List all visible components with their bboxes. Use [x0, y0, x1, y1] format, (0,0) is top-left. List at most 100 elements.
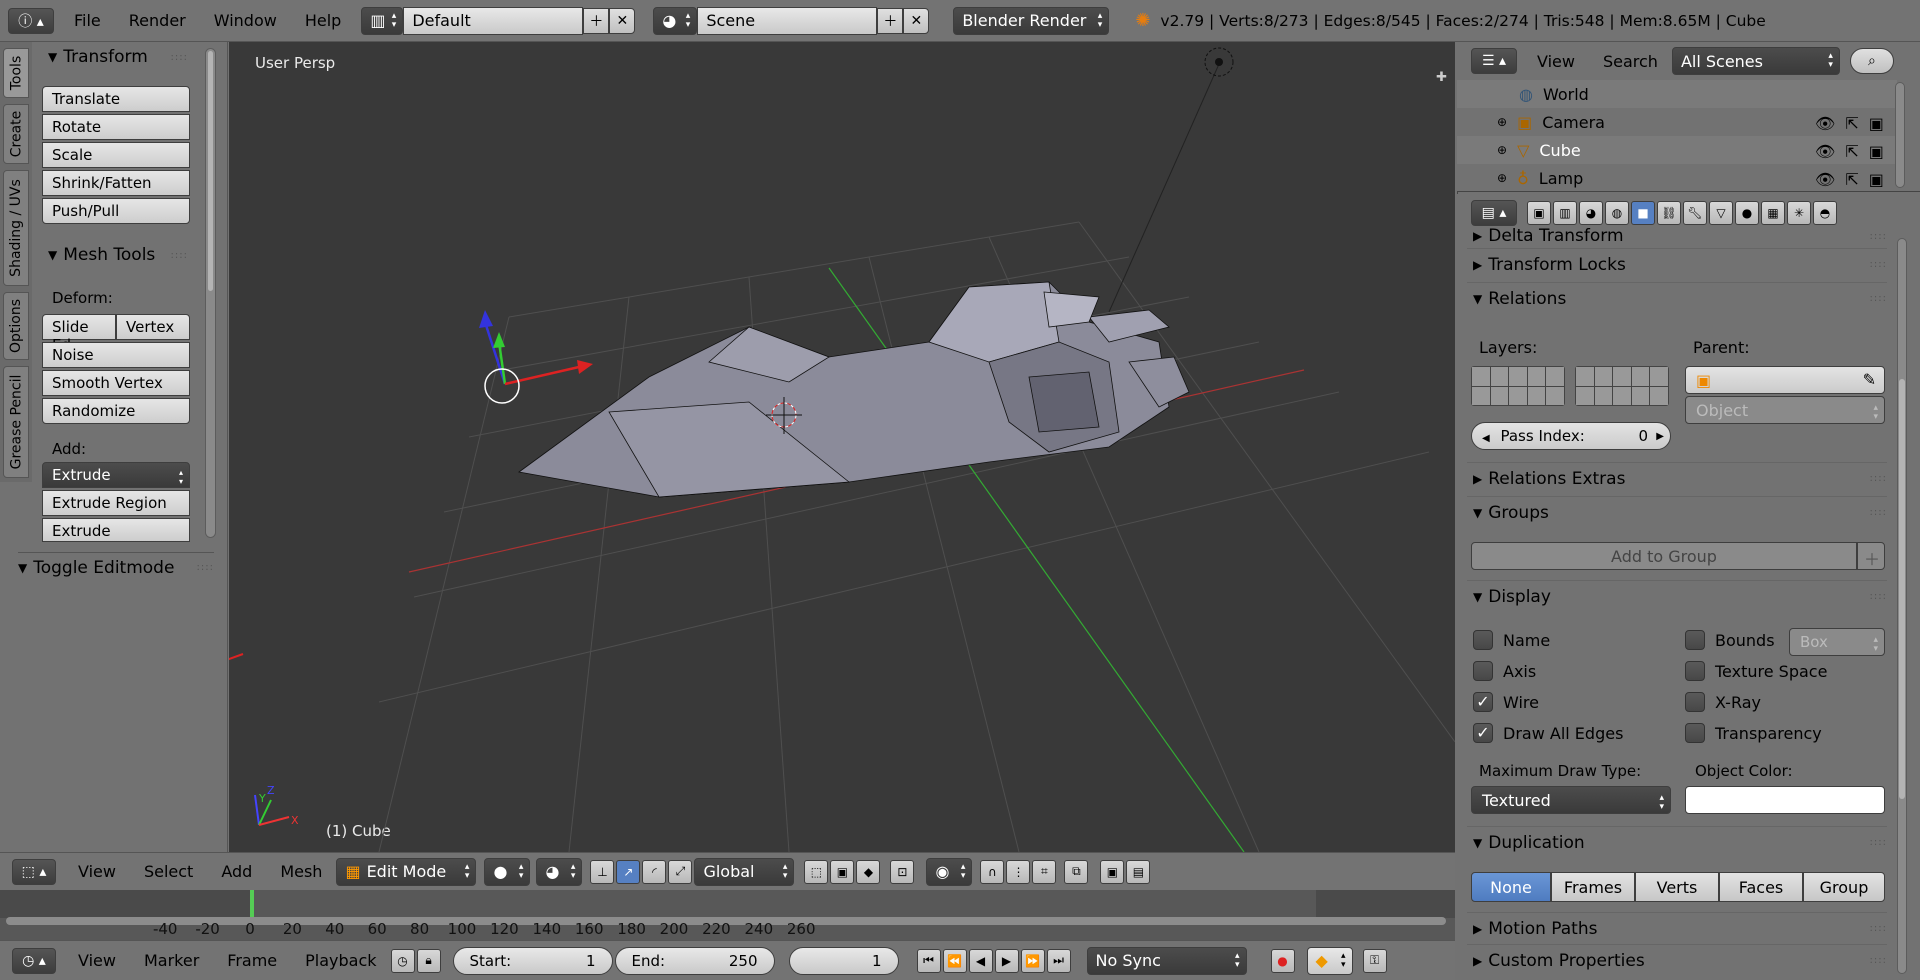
timeline-menu-view[interactable]: View [64, 951, 130, 970]
panel-grip-icon[interactable]: :::: [1870, 591, 1887, 602]
play-reverse-icon[interactable]: ◀ [968, 948, 993, 973]
add-scene-icon[interactable]: ＋ [877, 7, 904, 34]
info-editor-icon[interactable]: ⓘ ▴ [8, 7, 54, 34]
object-tab-icon[interactable]: ■ [1631, 201, 1655, 225]
mesh-tools-panel-header[interactable]: ▼ Mesh Tools :::: [48, 242, 188, 268]
outliner-scrollbar[interactable] [1895, 82, 1905, 188]
smooth-vertex-button[interactable]: Smooth Vertex [42, 370, 190, 396]
outliner-menu-view[interactable]: View [1523, 52, 1589, 71]
scale-button[interactable]: Scale [42, 142, 190, 168]
menu-add[interactable]: Add [207, 862, 266, 881]
menu-window[interactable]: Window [200, 11, 291, 30]
current-frame-field[interactable]: 1 [788, 946, 899, 975]
duplication-verts-button[interactable]: Verts [1635, 872, 1719, 902]
particles-tab-icon[interactable]: ✳ [1787, 201, 1811, 225]
panel-grip-icon[interactable]: :::: [1870, 259, 1887, 270]
snap-target-icon[interactable]: ⌗ [1032, 859, 1057, 884]
expand-icon[interactable]: ⊕ [1497, 115, 1507, 129]
shading-select[interactable]: ● ▴ ▾ [484, 857, 531, 886]
jump-start-icon[interactable]: ⏮ [916, 948, 941, 973]
scale-manipulator-icon[interactable]: ⤢ [668, 859, 693, 884]
display-section[interactable]: ▼ Display:::: [1467, 580, 1887, 612]
tab-options[interactable]: Options [3, 292, 29, 360]
keying-set-select[interactable]: ◆ ▴ ▾ [1306, 946, 1353, 975]
tab-tools[interactable]: Tools [3, 48, 29, 98]
outliner-item-world[interactable]: ◍ World [1457, 80, 1897, 108]
record-icon[interactable]: ● [1270, 948, 1295, 973]
visibility-icons[interactable]: 👁︎⇱▣ 👁︎⇱▣ 👁︎⇱▣ [1815, 110, 1905, 194]
duplication-frames-button[interactable]: Frames [1551, 872, 1635, 902]
extrude-menu[interactable]: Extrude ▴ ▾ [42, 462, 190, 488]
jump-keyframe-forward-icon[interactable]: ⏩ [1020, 948, 1045, 973]
rotate-button[interactable]: Rotate [42, 114, 190, 140]
pass-index-field[interactable]: ◀ Pass Index: 0 ▶ [1471, 422, 1671, 450]
current-frame-marker[interactable] [250, 890, 254, 918]
scene-field[interactable]: Scene [697, 6, 878, 35]
texture-tab-icon[interactable]: ▦ [1761, 201, 1785, 225]
render-engine-select[interactable]: Blender Render ▴ ▾ [953, 6, 1110, 35]
panel-grip-icon[interactable]: :::: [171, 250, 188, 261]
groups-section[interactable]: ▼ Groups:::: [1467, 496, 1887, 528]
tab-grease-pencil[interactable]: Grease Pencil [3, 366, 29, 478]
transparency-checkbox[interactable] [1685, 723, 1705, 743]
randomize-button[interactable]: Randomize [42, 398, 190, 424]
pivot-select[interactable]: ◕ ▴ ▾ [536, 857, 583, 886]
face-select-icon[interactable]: ◆ [856, 859, 881, 884]
edge-select-icon[interactable]: ▣ [830, 859, 855, 884]
timeline-menu-frame[interactable]: Frame [213, 951, 291, 970]
scene-tab-icon[interactable]: ◕ [1579, 201, 1603, 225]
mode-select[interactable]: ▦ Edit Mode ▴ ▾ [336, 857, 477, 886]
extrude-individual-button[interactable]: Extrude Individual [42, 518, 190, 542]
render-layers-tab-icon[interactable]: ▥ [1553, 201, 1577, 225]
viewport-scene[interactable] [229, 42, 1455, 852]
remove-scene-icon[interactable]: ✕ [903, 7, 930, 34]
outliner-search-icon[interactable]: ⌕ [1849, 48, 1894, 74]
panel-grip-icon[interactable]: :::: [1870, 923, 1887, 934]
scene-type-button[interactable]: ◕ ▴ ▾ [653, 6, 698, 35]
bounds-type-select[interactable]: Box ▴ ▾ [1789, 628, 1885, 656]
modifiers-tab-icon[interactable]: 🔧︎ [1683, 201, 1707, 225]
duplication-section[interactable]: ▼ Duplication:::: [1467, 826, 1887, 858]
3d-viewport[interactable]: User Persp (1) Cube Z Y X ✚ [229, 42, 1455, 852]
slide-vertex-button[interactable]: Vertex [116, 314, 190, 340]
parent-field[interactable]: ▣ ✎ [1685, 366, 1885, 394]
rotate-manipulator-icon[interactable]: ◜ [642, 859, 667, 884]
xray-checkbox[interactable] [1685, 692, 1705, 712]
add-group-icon[interactable]: ＋ [1857, 542, 1885, 570]
bounds-checkbox[interactable] [1685, 630, 1705, 650]
manipulator-toggle-icon[interactable]: ⊥ [590, 859, 615, 884]
decrement-icon[interactable]: ◀ [1482, 433, 1490, 444]
slide-edge-button[interactable]: Slide Ed [42, 314, 116, 354]
tab-shading-uvs[interactable]: Shading / UVs [3, 170, 29, 286]
panel-grip-icon[interactable]: :::: [1870, 473, 1887, 484]
axis-checkbox[interactable] [1473, 661, 1493, 681]
noise-button[interactable]: Noise [42, 342, 190, 368]
snap-element-icon[interactable]: ⋮ [1006, 859, 1031, 884]
menu-mesh[interactable]: Mesh [266, 862, 336, 881]
data-tab-icon[interactable]: ▽ [1709, 201, 1733, 225]
translate-button[interactable]: Translate [42, 86, 190, 112]
motion-paths-section[interactable]: ▶ Motion Paths:::: [1467, 912, 1887, 944]
panel-grip-icon[interactable]: :::: [1870, 507, 1887, 518]
add-to-group-button[interactable]: Add to Group [1471, 542, 1857, 570]
expand-icon[interactable]: ⊕ [1497, 171, 1507, 185]
menu-help[interactable]: Help [291, 11, 355, 30]
end-frame-field[interactable]: End: 250 [614, 946, 775, 975]
panel-grip-icon[interactable]: :::: [1870, 837, 1887, 848]
physics-tab-icon[interactable]: ◓ [1813, 201, 1837, 225]
menu-select[interactable]: Select [130, 862, 207, 881]
transform-panel-header[interactable]: ▼ Transform :::: [48, 44, 188, 70]
layers-grid-a[interactable] [1471, 366, 1565, 406]
duplication-none-button[interactable]: None [1471, 872, 1551, 902]
layers-grid-b[interactable] [1575, 366, 1669, 406]
lock-range-icon[interactable]: 🔒︎ [416, 948, 441, 973]
parent-type-select[interactable]: Object ▴ ▾ [1685, 396, 1885, 424]
panel-grip-icon[interactable]: :::: [1870, 955, 1887, 966]
timeline-editor-icon[interactable]: ◷ ▴ [12, 947, 56, 974]
remove-layout-icon[interactable]: ✕ [609, 7, 636, 34]
shrink-fatten-button[interactable]: Shrink/Fatten [42, 170, 190, 196]
menu-render[interactable]: Render [115, 11, 200, 30]
render-tab-icon[interactable]: ▣ [1527, 201, 1551, 225]
max-draw-type-select[interactable]: Textured ▴ ▾ [1471, 786, 1671, 814]
layout-type-button[interactable]: ▥ ▴ ▾ [361, 6, 404, 35]
